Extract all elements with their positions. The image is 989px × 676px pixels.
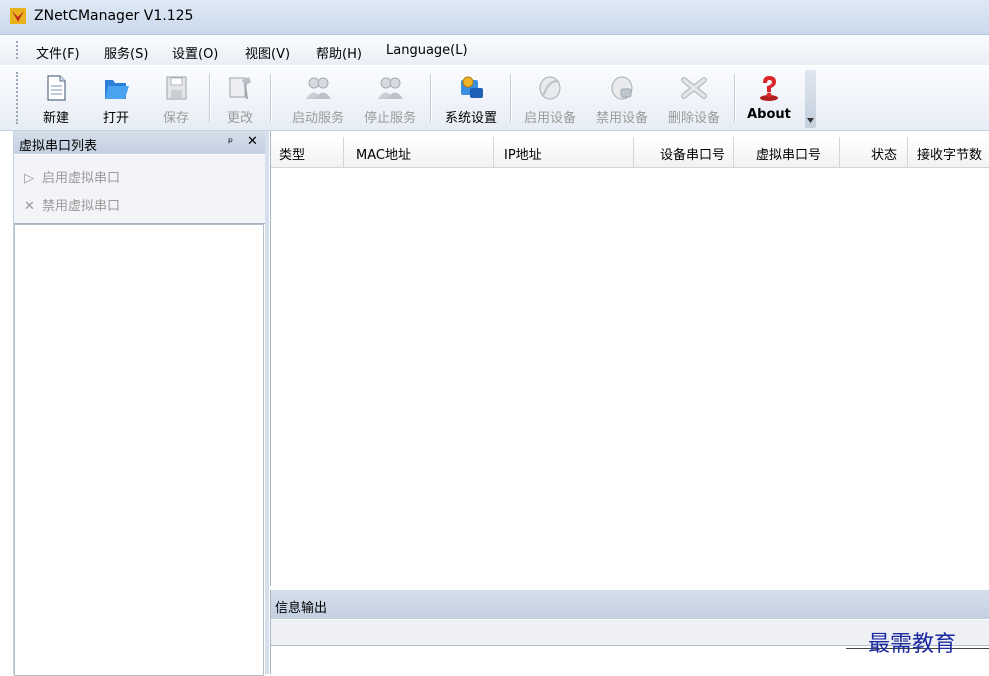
menu-grip[interactable] [16,41,18,59]
start-service-button[interactable]: 启动服务 [284,66,352,130]
output-panel-title: 信息输出 [275,601,328,616]
disable-device-icon [611,76,633,100]
device-table: 类型 MAC地址 IP地址 设备串口号 虚拟串口号 状态 接收字节数 [270,131,989,586]
toolbar-separator [209,74,211,122]
watermark: 最需教育 [868,632,957,657]
column-label: MAC地址 [356,148,411,163]
about-label: About [747,107,791,122]
window-title: ZNetCManager V1.125 [34,8,194,24]
column-header-status[interactable]: 状态 [840,137,908,167]
start-service-label: 启动服务 [291,111,344,126]
device-table-header: 类型 MAC地址 IP地址 设备串口号 虚拟串口号 状态 接收字节数 [271,137,989,168]
stop-service-button[interactable]: 停止服务 [356,66,424,130]
column-label: 状态 [870,148,897,163]
toolbar: 新建 打开 保存 更改 启动服务 停止服务 系统设置 启用设备 禁用设备 删除设… [0,66,989,131]
system-settings-icon [461,76,483,98]
save-icon [166,76,187,100]
column-label: 类型 [279,148,306,163]
about-button[interactable]: About [742,66,796,130]
delete-device-button[interactable]: 删除设备 [660,66,728,130]
menu-language[interactable]: Language(L) [386,43,468,58]
column-header-bytes-received[interactable]: 接收字节数 [908,137,989,167]
column-header-type[interactable]: 类型 [271,137,344,167]
new-button[interactable]: 新建 [34,66,78,130]
enable-device-icon [539,76,561,100]
delete-device-label: 删除设备 [667,111,720,126]
disable-virtual-port-label: 禁用虚拟串口 [42,199,121,214]
edit-icon [229,77,251,100]
device-table-body[interactable] [271,168,989,586]
column-label: 虚拟串口号 [755,148,821,163]
column-header-mac[interactable]: MAC地址 [344,137,494,167]
pin-icon[interactable]: ᵖ [228,135,233,149]
toolbar-overflow-button[interactable] [805,70,816,128]
menu-service[interactable]: 服务(S) [104,43,148,62]
play-icon: ▷ [24,171,34,186]
open-button[interactable]: 打开 [94,66,138,130]
open-folder-icon [105,80,129,99]
toolbar-separator [734,74,736,122]
edit-button-label: 更改 [226,111,253,126]
enable-virtual-port-button[interactable]: ▷ 启用虚拟串口 [24,167,120,186]
menu-view[interactable]: 视图(V) [245,43,290,62]
toolbar-separator [270,74,272,122]
delete-device-icon [681,77,707,99]
virtual-port-panel-title: 虚拟串口列表 [19,139,98,154]
menu-settings[interactable]: 设置(O) [172,43,218,62]
start-service-icon [306,77,331,99]
virtual-port-panel-header: 虚拟串口列表 ᵖ ✕ [14,131,266,154]
virtual-port-actions: ▷ 启用虚拟串口 ✕ 禁用虚拟串口 [14,155,266,224]
toolbar-separator [430,74,432,122]
column-header-ip[interactable]: IP地址 [494,137,634,167]
toolbar-grip[interactable] [16,72,18,124]
column-header-virtual-port[interactable]: 虚拟串口号 [734,137,840,167]
column-header-device-port[interactable]: 设备串口号 [634,137,734,167]
toolbar-separator [510,74,512,122]
app-logo-icon [10,8,26,24]
chevron-down-icon [807,118,814,123]
edit-button[interactable]: 更改 [218,66,262,130]
column-label: 接收字节数 [917,148,983,163]
system-settings-label: 系统设置 [444,111,497,126]
help-about-icon [760,76,778,101]
disable-device-label: 禁用设备 [595,111,648,126]
open-button-label: 打开 [102,111,129,126]
close-icon[interactable]: ✕ [247,134,258,149]
column-label: IP地址 [504,148,542,163]
system-settings-button[interactable]: 系统设置 [438,66,504,130]
virtual-port-panel: 虚拟串口列表 ᵖ ✕ ▷ 启用虚拟串口 ✕ 禁用虚拟串口 [13,131,266,676]
disable-virtual-port-button[interactable]: ✕ 禁用虚拟串口 [24,195,120,214]
virtual-port-list[interactable] [14,224,264,676]
stop-service-icon [378,77,403,99]
menu-help[interactable]: 帮助(H) [316,43,362,62]
x-icon: ✕ [24,199,35,214]
new-file-icon [47,75,66,101]
enable-virtual-port-label: 启用虚拟串口 [42,171,121,186]
enable-device-button[interactable]: 启用设备 [516,66,584,130]
enable-device-label: 启用设备 [523,111,576,126]
vertical-splitter[interactable] [265,131,269,674]
output-panel-header: 信息输出 [271,590,989,619]
menu-file[interactable]: 文件(F) [36,43,80,62]
stop-service-label: 停止服务 [363,111,416,126]
title-bar: ZNetCManager V1.125 [0,0,989,35]
save-button-label: 保存 [162,111,189,126]
disable-device-button[interactable]: 禁用设备 [588,66,656,130]
new-button-label: 新建 [42,111,69,126]
save-button[interactable]: 保存 [154,66,198,130]
column-label: 设备串口号 [659,148,725,163]
menu-bar: 文件(F) 服务(S) 设置(O) 视图(V) 帮助(H) Language(L… [0,35,989,65]
